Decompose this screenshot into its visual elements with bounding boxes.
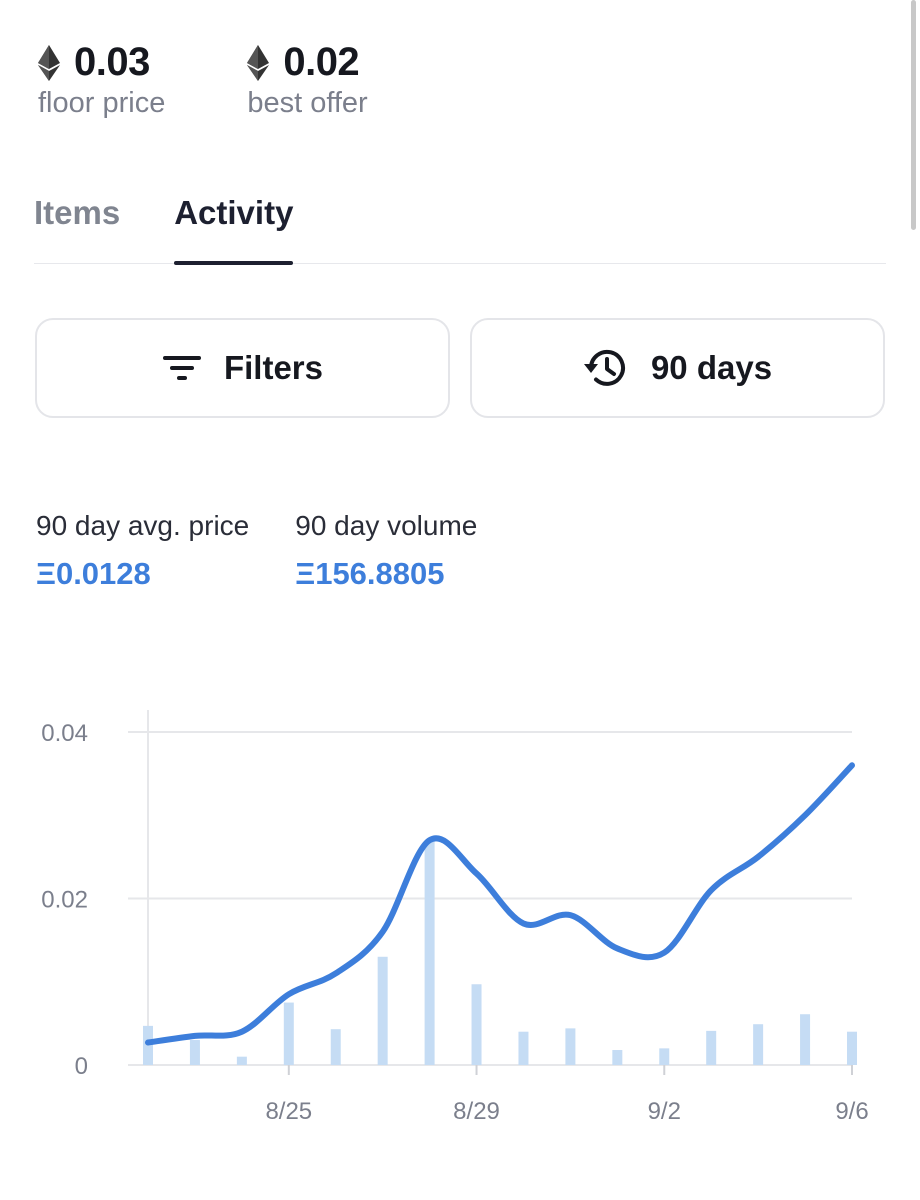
volume-bar	[518, 1031, 529, 1065]
volume-bar	[377, 956, 388, 1065]
ethereum-icon	[247, 44, 270, 81]
volume-bar	[283, 1002, 294, 1065]
volume-bar	[565, 1028, 576, 1065]
volume-value: Ξ156.8805	[295, 556, 445, 591]
best-offer-label: best offer	[247, 87, 368, 119]
volume-bar	[847, 1031, 857, 1065]
filter-icon	[162, 356, 201, 380]
floor-price-value: 0.03	[74, 40, 150, 84]
x-tick-label: 9/2	[648, 1098, 681, 1125]
avg-price-label: 90 day avg. price	[36, 510, 250, 541]
filters-button[interactable]: Filters	[35, 318, 450, 418]
collection-stats: 0.03 floor price 0.02 best offer	[38, 40, 368, 120]
volume-bar	[189, 1040, 200, 1065]
floor-price-stat: 0.03 floor price	[38, 40, 165, 120]
x-tick-label: 9/6	[835, 1098, 868, 1125]
page-scrollbar[interactable]	[911, 0, 916, 230]
ethereum-icon	[38, 44, 60, 81]
volume-bar	[800, 1014, 811, 1065]
floor-price-label: floor price	[38, 87, 166, 119]
activity-metrics: 90 day avg. price Ξ0.0128 90 day volume …	[36, 510, 477, 592]
volume-bar	[753, 1024, 764, 1065]
price-line	[145, 762, 855, 1046]
avg-price-metric: 90 day avg. price Ξ0.0128	[36, 510, 249, 592]
y-tick-label: 0.02	[41, 887, 88, 914]
best-offer-value: 0.02	[283, 40, 360, 84]
price-volume-chart: 0 0.02 0.04 8/25 8/29 9/2 9/6	[41, 710, 869, 1125]
filters-button-label: Filters	[223, 349, 324, 386]
tab-items[interactable]: Items	[34, 192, 120, 264]
volume-bar	[330, 1029, 341, 1065]
volume-label: 90 day volume	[295, 510, 478, 541]
volume-bar	[471, 984, 482, 1065]
tab-activity[interactable]: Activity	[174, 192, 294, 265]
y-tick-label: 0.04	[41, 720, 88, 747]
x-tick-label: 8/29	[453, 1098, 500, 1125]
volume-bar	[424, 840, 435, 1065]
volume-bar	[706, 1030, 717, 1065]
volume-bar	[236, 1056, 247, 1065]
best-offer-stat: 0.02 best offer	[247, 40, 368, 120]
time-range-button[interactable]: 90 days	[470, 318, 885, 418]
time-range-label: 90 days	[650, 349, 773, 386]
volume-metric: 90 day volume Ξ156.8805	[295, 510, 477, 592]
collection-tabs: Items Activity	[34, 192, 886, 265]
volume-bar	[612, 1050, 623, 1065]
x-tick-label: 8/25	[265, 1098, 312, 1125]
avg-price-value: Ξ0.0128	[36, 556, 151, 591]
volume-bar	[659, 1048, 670, 1065]
history-icon	[583, 349, 625, 386]
y-tick-label: 0	[75, 1053, 88, 1080]
